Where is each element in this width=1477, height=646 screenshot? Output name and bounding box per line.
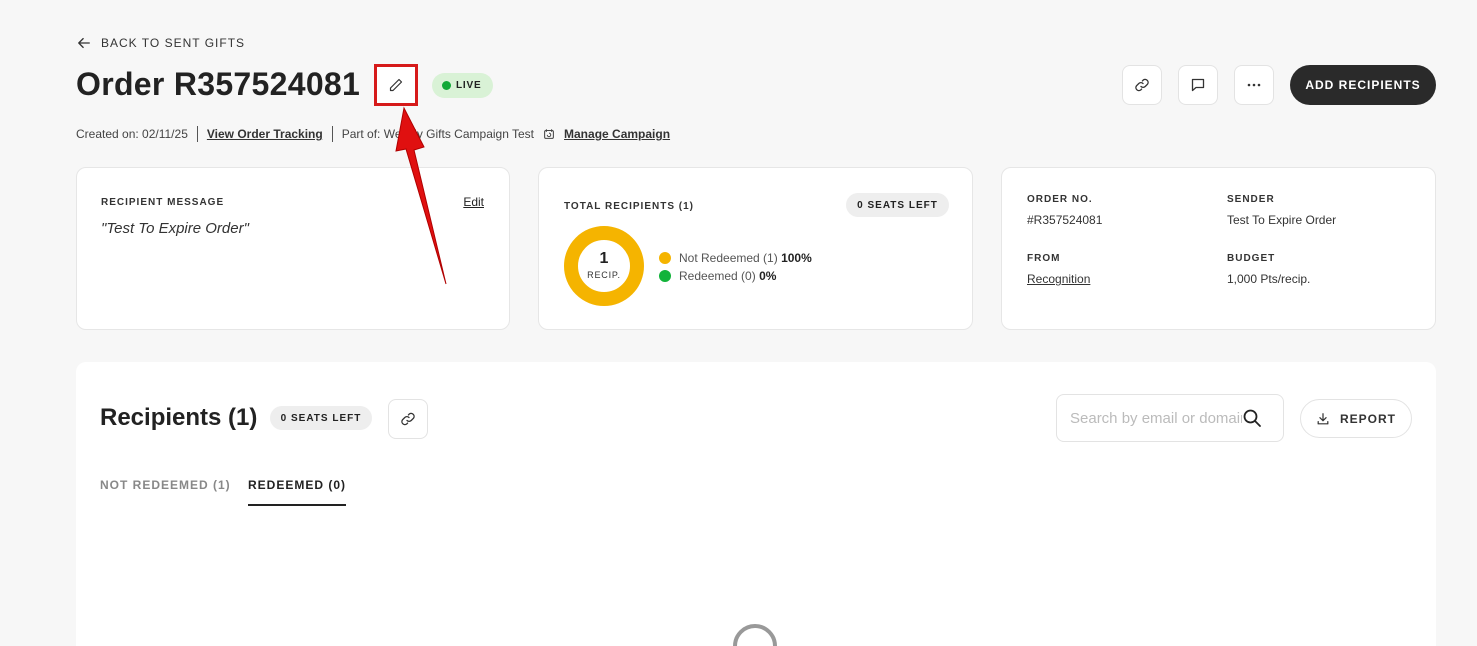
recipient-message-card: RECIPIENT MESSAGE Edit "Test To Expire O… xyxy=(76,167,510,330)
more-options-button[interactable] xyxy=(1234,65,1274,105)
edit-title-button[interactable] xyxy=(374,64,418,106)
loading-spinner xyxy=(733,624,777,646)
status-label: LIVE xyxy=(456,80,482,91)
pencil-icon xyxy=(389,78,403,92)
recipient-message-label: RECIPIENT MESSAGE xyxy=(101,197,225,208)
sender-value: Test To Expire Order xyxy=(1227,213,1337,227)
report-label: REPORT xyxy=(1339,411,1396,426)
tab-not-redeemed[interactable]: NOT REDEEMED (1) xyxy=(100,478,231,492)
back-to-sent-gifts-link[interactable]: BACK TO SENT GIFTS xyxy=(77,36,245,50)
recipient-count-unit: RECIP. xyxy=(587,270,621,280)
total-recipients-card: TOTAL RECIPIENTS (1) 0 SEATS LEFT 1 RECI… xyxy=(538,167,973,330)
sender-block: SENDER Test To Expire Order xyxy=(1227,194,1336,227)
download-icon xyxy=(1317,412,1329,424)
search-icon[interactable] xyxy=(1242,408,1262,428)
arrow-left-icon xyxy=(78,37,90,49)
page-title: Order R357524081 xyxy=(76,66,361,102)
legend-redeemed-pct: 0% xyxy=(759,269,777,283)
comment-button[interactable] xyxy=(1178,65,1218,105)
order-info-card: ORDER NO. #R357524081 SENDER Test To Exp… xyxy=(1001,167,1436,330)
legend-not-redeemed-label: Not Redeemed (1) xyxy=(679,251,778,265)
more-horizontal-icon xyxy=(1247,83,1261,87)
legend-not-redeemed-pct: 100% xyxy=(781,251,812,265)
budget-label: BUDGET xyxy=(1227,253,1276,264)
tab-redeemed[interactable]: REDEEMED (0) xyxy=(248,478,347,506)
search-input[interactable] xyxy=(1070,409,1242,427)
legend-redeemed: Redeemed (0) 0% xyxy=(659,267,812,285)
from-label: FROM xyxy=(1027,253,1061,264)
divider xyxy=(331,126,333,142)
recipient-message-text: "Test To Expire Order" xyxy=(101,220,249,237)
sender-label: SENDER xyxy=(1227,194,1275,205)
redemption-legend: Not Redeemed (1) 100% Redeemed (0) 0% xyxy=(659,249,812,285)
order-number-value: #R357524081 xyxy=(1027,213,1103,227)
order-number-label: ORDER NO. xyxy=(1027,194,1093,205)
live-dot xyxy=(442,81,451,90)
status-badge: LIVE xyxy=(432,73,494,98)
total-recipients-label: TOTAL RECIPIENTS (1) xyxy=(564,201,695,212)
manage-campaign-link[interactable]: Manage Campaign xyxy=(564,127,670,141)
from-block: FROM Recognition xyxy=(1027,253,1090,286)
legend-not-redeemed: Not Redeemed (1) 100% xyxy=(659,249,812,267)
link-icon xyxy=(401,412,415,426)
link-icon xyxy=(1135,78,1149,92)
legend-redeemed-label: Redeemed (0) xyxy=(679,269,756,283)
divider xyxy=(196,126,198,142)
recipients-link-button[interactable] xyxy=(388,399,428,439)
created-on: Created on: 02/11/25 xyxy=(76,127,188,141)
view-order-tracking-link[interactable]: View Order Tracking xyxy=(207,127,323,141)
comment-icon xyxy=(1191,78,1205,92)
campaign-refresh-icon xyxy=(544,129,554,139)
seats-left-badge: 0 SEATS LEFT xyxy=(846,193,949,217)
order-number-block: ORDER NO. #R357524081 xyxy=(1027,194,1102,227)
back-label: BACK TO SENT GIFTS xyxy=(101,36,246,50)
panel-seats-left-badge: 0 SEATS LEFT xyxy=(270,406,372,430)
add-recipients-button[interactable]: ADD RECIPIENTS xyxy=(1290,65,1436,105)
not-redeemed-dot xyxy=(659,252,671,264)
recipient-count: 1 xyxy=(599,250,609,267)
budget-value: 1,000 Pts/recip. xyxy=(1227,272,1311,286)
copy-link-button[interactable] xyxy=(1122,65,1162,105)
recipients-title: Recipients (1) xyxy=(100,404,258,431)
budget-block: BUDGET 1,000 Pts/recip. xyxy=(1227,253,1310,286)
report-button[interactable]: REPORT xyxy=(1300,399,1412,438)
part-of-campaign: Part of: Weekly Gifts Campaign Test xyxy=(341,127,535,141)
search-box xyxy=(1056,394,1284,442)
edit-message-link[interactable]: Edit xyxy=(463,195,484,209)
from-link[interactable]: Recognition xyxy=(1027,272,1090,286)
redeemed-dot xyxy=(659,270,671,282)
recipients-panel: Recipients (1) 0 SEATS LEFT REPORT NOT R… xyxy=(76,362,1436,646)
order-meta: Created on: 02/11/25 View Order Tracking… xyxy=(76,126,670,142)
